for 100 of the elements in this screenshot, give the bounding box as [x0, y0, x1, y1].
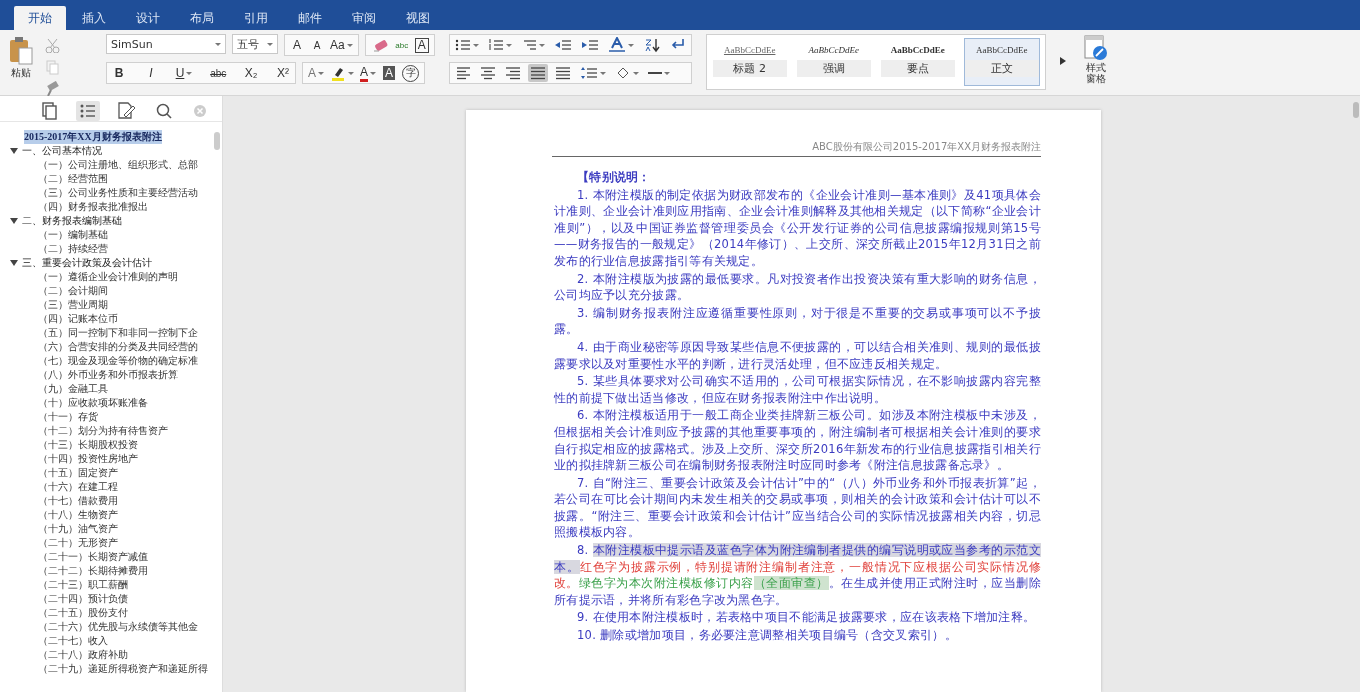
align-distributed-icon [554, 66, 571, 80]
scrollbar-thumb[interactable] [214, 132, 220, 150]
outline-item[interactable]: （十九）油气资产 [0, 522, 118, 536]
ribbon-tab[interactable]: 引用 [230, 6, 282, 30]
outline-item[interactable]: （四）记账本位币 [0, 312, 118, 326]
expand-triangle-icon[interactable] [10, 260, 18, 266]
style-name: 标题 2 [712, 60, 787, 77]
outline-item[interactable]: （二）会计期间 [0, 284, 108, 298]
outline-item[interactable]: （二十一）长期资产减值 [0, 550, 148, 564]
effects-button[interactable]: A [306, 64, 326, 82]
line-spacing-icon [579, 66, 598, 80]
align-left-icon [454, 66, 471, 80]
outline-item[interactable]: （十八）生物资产 [0, 508, 118, 522]
outline-item[interactable]: （五）同一控制下和非同一控制下企 [0, 326, 198, 340]
outline-item[interactable]: （九）金融工具 [0, 382, 108, 396]
outline-item[interactable]: （二）持续经营 [0, 242, 108, 256]
outline-item[interactable]: （十）应收款项坏账准备 [0, 396, 148, 410]
document-paragraph: 4. 由于商业秘密等原因导致某些信息不便披露的，可以结合相关准则、规则的最低披露要求以及对重要性水平的判断，进行灵活处理，但不应违反相关规定。 [554, 338, 1041, 373]
right-triangle-icon [1058, 56, 1067, 66]
outline-item[interactable]: （十三）长期股权投资 [0, 438, 138, 452]
font-size-field[interactable]: 五号 [232, 34, 278, 54]
ribbon-tab[interactable]: 插入 [68, 6, 120, 30]
caret-icon [346, 43, 353, 47]
ribbon-tab[interactable]: 开始 [14, 6, 66, 30]
document-pencil-icon [117, 101, 135, 120]
ribbon-tab[interactable]: 布局 [176, 6, 228, 30]
boxed-button[interactable]: A [412, 36, 431, 54]
caret-icon [186, 71, 193, 75]
case-button[interactable]: Aa [328, 36, 355, 54]
align-center-icon [479, 66, 496, 80]
close-icon [193, 103, 207, 118]
caret-icon [472, 43, 479, 47]
bold-button[interactable]: B [110, 64, 128, 82]
outline-heading[interactable]: 三、重要会计政策及会计估计 [0, 256, 222, 270]
style-preview: AaBbCcDdEe [808, 45, 859, 55]
expand-triangle-icon[interactable] [10, 148, 18, 154]
outline-item[interactable]: （十七）借款费用 [0, 494, 118, 508]
outline-item[interactable]: （十五）固定资产 [0, 466, 118, 480]
ribbon-tab[interactable]: 视图 [392, 6, 444, 30]
outline-item[interactable]: （一）公司注册地、组织形式、总部 [0, 158, 198, 172]
sup-button[interactable]: X² [273, 64, 292, 82]
nav-tab[interactable] [76, 100, 100, 121]
outline-item[interactable]: （四）财务报表批准报出 [0, 200, 148, 214]
outline-item[interactable]: （三）营业周期 [0, 298, 108, 312]
brush-icon [44, 81, 60, 97]
strike-button[interactable]: abc [208, 64, 229, 82]
outline-item[interactable]: （二十四）预计负债 [0, 592, 128, 606]
outline-item[interactable]: （二十八）政府补助 [0, 648, 128, 662]
font-size-value: 五号 [237, 36, 259, 52]
styles-pane-icon [1082, 34, 1109, 62]
outline-item[interactable]: （六）合营安排的分类及共同经营的 [0, 340, 198, 354]
outline-item[interactable]: （八）外币业务和外币报表折算 [0, 368, 178, 382]
style-name: 要点 [880, 60, 955, 77]
document-paragraph: 7. 自“附注三、重要会计政策及会计估计”中的“（八）外币业务和外币报表折算”起，若公司在可比会计期间内未发生相关的交易或事项，则相关的会计政策和会计估计可以不披露。“附注三、重要会计政策和会计估计”应当结合公司的实际情况披露相关内容，切忌照搬模板内容。 [554, 474, 1041, 542]
styles-pane-button[interactable]: 样式窗格 [1079, 34, 1112, 84]
style-preview: AaBbCcDdEe [890, 45, 945, 55]
outline-item[interactable]: （三）公司业务性质和主要经营活动 [0, 186, 198, 200]
outline-item[interactable]: （二十七）收入 [0, 634, 108, 648]
shrink-button[interactable]: A [308, 36, 326, 54]
outline-item[interactable]: （十二）划分为持有待售资产 [0, 424, 168, 438]
outline-item[interactable]: （一）遵循企业会计准则的声明 [0, 270, 178, 284]
caret-icon [267, 42, 273, 46]
color-button[interactable]: A [358, 64, 379, 82]
style-item[interactable]: AaBbCcDdEe 正文 [963, 38, 1040, 86]
italic-button[interactable]: I [141, 64, 160, 82]
phonetic-button[interactable]: abc [392, 36, 411, 54]
ribbon-tab[interactable]: 邮件 [284, 6, 336, 30]
outline-item[interactable]: （二十二）长期待摊费用 [0, 564, 148, 578]
outline-item[interactable]: （二十）无形资产 [0, 536, 118, 550]
font-family-value: SimSun [111, 37, 153, 51]
document-paragraph: 9. 在使用本附注模板时，若表格中项目不能满足披露要求，应在该表格下增加注释。 [576, 609, 1037, 627]
bulleted-list-icon [454, 38, 471, 52]
outline-item[interactable]: （十六）在建工程 [0, 480, 118, 494]
scrollbar-thumb[interactable] [1353, 102, 1359, 118]
grow-button[interactable]: A [288, 36, 306, 54]
outline-item[interactable]: （一）编制基础 [0, 228, 108, 242]
document-paragraph: 10. 删除或增加项目，务必要注意调整相关项目编号（含交叉索引）。 [576, 627, 958, 644]
outline-item[interactable]: （二）经营范围 [0, 172, 108, 186]
paste-button[interactable]: 粘贴 [6, 34, 36, 98]
underline-button[interactable]: U [173, 64, 195, 82]
outline-item[interactable]: （二十五）股份支付 [0, 606, 128, 620]
outline-item[interactable]: （七）现金及现金等价物的确定标准 [0, 354, 198, 368]
caret-icon [215, 42, 221, 46]
align-justify-button[interactable] [527, 64, 548, 82]
font-family-field[interactable]: SimSun [106, 34, 226, 54]
outline-item[interactable]: （十四）投资性房地产 [0, 452, 138, 466]
outline-item[interactable]: （十一）存货 [0, 410, 98, 424]
align-justify-icon [529, 66, 546, 80]
outline-title[interactable]: 2015-2017年XX月财务报表附注 [24, 130, 162, 144]
outline-item[interactable]: （二十三）职工薪酬 [0, 578, 128, 592]
outline-heading[interactable]: 二、财务报表编制基础 [0, 214, 222, 228]
expand-triangle-icon[interactable] [10, 218, 18, 224]
outline-item[interactable]: （二十九）递延所得税资产和递延所得 [0, 662, 208, 676]
pages-icon [41, 101, 59, 120]
ribbon-tab[interactable]: 审阅 [338, 6, 390, 30]
document-paragraph: 2. 本附注模版为披露的最低要求。凡对投资者作出投资决策有重大影响的财务信息，公司均应予以充分披露。 [554, 270, 1041, 304]
document-paragraph: 3. 编制财务报表附注应遵循重要性原则，对于很是不重要的交易或事项可以不予披露。 [554, 304, 1041, 338]
ribbon-tab[interactable]: 设计 [122, 6, 174, 30]
outline-item[interactable]: （二十六）优先股与永续债等其他金 [0, 620, 198, 634]
sub-button[interactable]: X₂ [242, 64, 261, 82]
